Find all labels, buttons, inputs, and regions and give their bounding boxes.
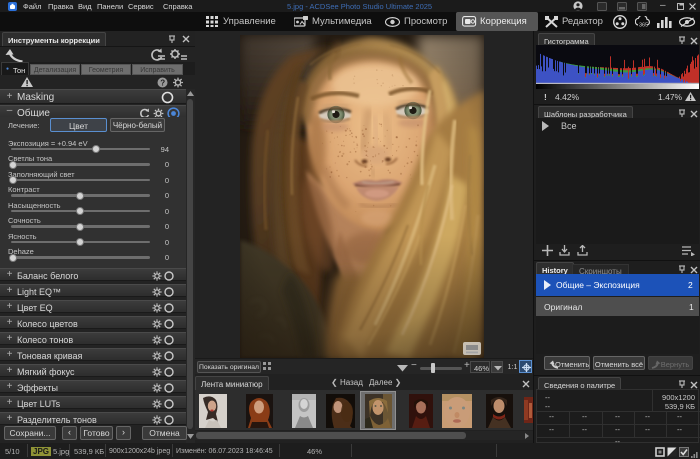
svg-text:?: ? (160, 79, 165, 88)
svg-text:365: 365 (639, 23, 648, 29)
